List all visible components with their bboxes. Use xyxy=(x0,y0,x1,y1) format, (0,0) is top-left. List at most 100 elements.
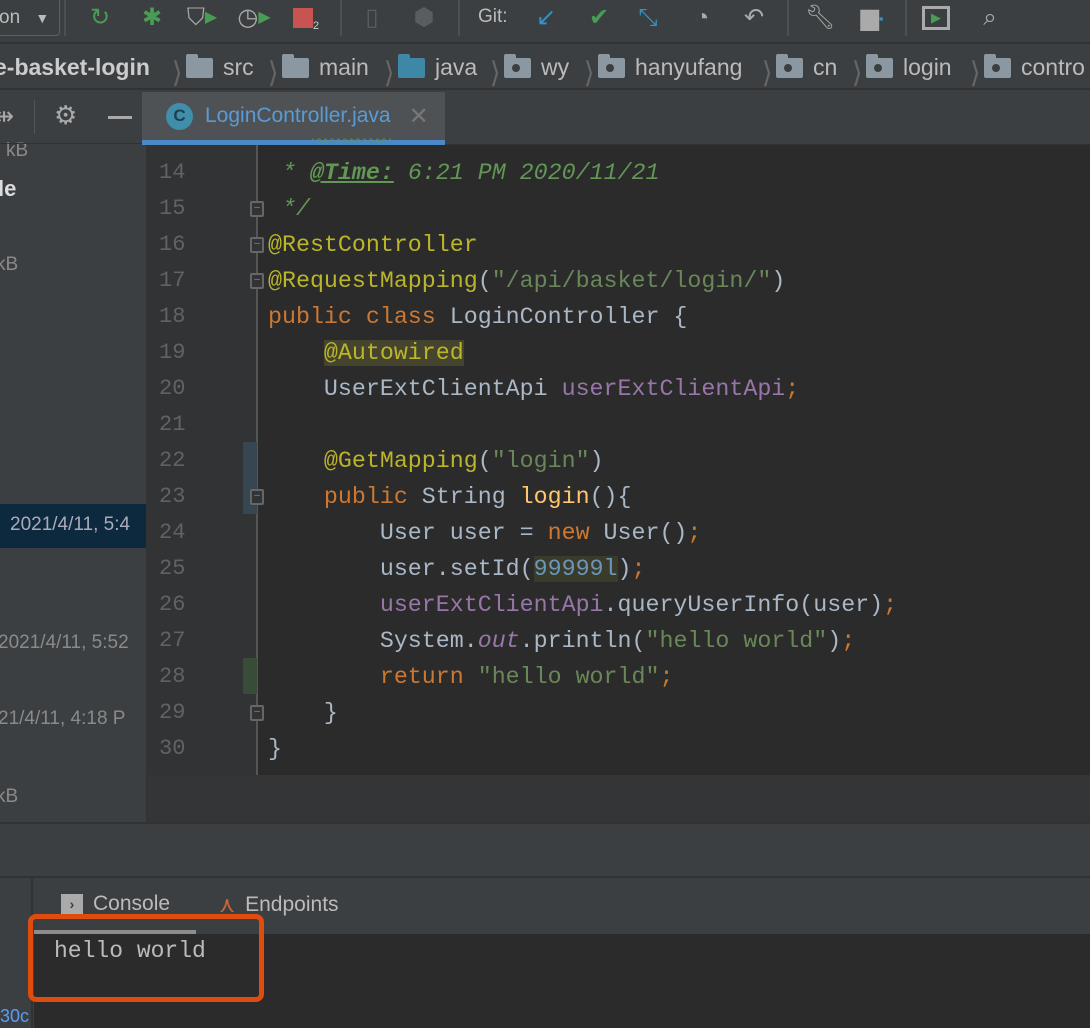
code-token: .println( xyxy=(519,628,646,654)
fold-icon[interactable]: – xyxy=(250,273,264,289)
code-token: ) xyxy=(589,448,604,474)
line-number: 23 xyxy=(159,484,186,509)
project-structure-icon[interactable]: ▆ ▪ xyxy=(858,4,886,32)
rerun-icon[interactable]: ↻ xyxy=(86,4,114,32)
source-folder-icon xyxy=(398,53,425,78)
file-size: kB xyxy=(0,254,19,275)
code-token: "hello world" xyxy=(645,628,828,654)
line-number: 19 xyxy=(159,340,186,365)
file-date: 2021/4/11, 5:4 xyxy=(10,514,131,535)
code-line[interactable]: UserExtClientApi userExtClientApi; xyxy=(268,371,799,407)
breadcrumb-item[interactable]: src xyxy=(186,53,254,81)
chevron-right-icon: ❭ xyxy=(382,56,396,86)
run-window-icon[interactable]: ▶ xyxy=(922,4,950,32)
breadcrumb-item[interactable]: main xyxy=(282,53,369,81)
code-token: * xyxy=(268,160,310,186)
minimize-icon[interactable] xyxy=(108,116,132,119)
rollback-icon[interactable]: ↶ xyxy=(740,4,768,32)
breadcrumb-label: main xyxy=(319,54,369,80)
git-commit-icon[interactable]: ✔ xyxy=(585,4,613,32)
code-token: ; xyxy=(883,592,898,618)
breadcrumb-item[interactable]: e-basket-login xyxy=(0,54,150,81)
breadcrumb-label: src xyxy=(223,54,254,80)
annotation-highlight-box xyxy=(28,914,264,1002)
chevron-right-icon: ❭ xyxy=(170,56,184,86)
run-config-label: on xyxy=(0,7,21,28)
console-icon: › xyxy=(61,894,83,914)
line-number: 25 xyxy=(159,556,186,581)
file-name: le xyxy=(0,176,17,201)
code-line[interactable]: userExtClientApi.queryUserInfo(user); xyxy=(268,587,897,623)
code-token: userExtClientApi xyxy=(561,376,786,402)
collapse-icon[interactable]: ⇹ xyxy=(0,102,14,131)
list-item-selected[interactable]: 2021/4/11, 5:4 xyxy=(0,504,146,548)
coverage-icon[interactable]: ⛉ ▶ xyxy=(187,4,217,32)
code-token: "hello world" xyxy=(477,664,660,690)
close-icon[interactable]: ✕ xyxy=(409,102,429,131)
code-line[interactable]: * @Time: 6:21 PM 2020/11/21 xyxy=(268,155,660,191)
run-configuration-dropdown[interactable]: on ▼ xyxy=(0,0,60,36)
code-token: } xyxy=(268,700,338,726)
code-token: @Autowired xyxy=(323,340,464,366)
breadcrumb-label: contro xyxy=(1021,54,1085,80)
class-icon: C xyxy=(166,102,193,130)
editor-scrollbar-area[interactable] xyxy=(147,775,1090,822)
code-token: */ xyxy=(268,196,310,222)
code-token: userExtClientApi xyxy=(379,592,604,618)
code-line[interactable]: public String login(){ xyxy=(268,479,632,515)
line-number: 18 xyxy=(159,304,186,329)
package-icon xyxy=(504,53,531,78)
line-number: 17 xyxy=(159,268,186,293)
git-update-icon[interactable]: ↙ xyxy=(532,4,560,32)
fold-icon[interactable]: – xyxy=(250,705,264,721)
fold-icon[interactable]: – xyxy=(250,489,264,505)
deploy-icon[interactable]: ⬢ xyxy=(410,4,438,32)
tab-console[interactable]: › Console xyxy=(61,892,170,916)
tab-label: LoginController.java xyxy=(205,104,391,127)
code-token: @Time: xyxy=(309,160,394,186)
code-line[interactable]: @GetMapping("login") xyxy=(268,443,604,479)
code-line[interactable]: } xyxy=(268,695,338,731)
code-line[interactable]: @Autowired xyxy=(268,335,464,371)
wrench-icon[interactable]: 🔧︎ xyxy=(805,4,835,32)
device-icon[interactable]: ▯ xyxy=(358,4,386,32)
history-icon[interactable]: ◔ xyxy=(688,4,716,32)
code-line[interactable]: @RequestMapping("/api/basket/login/") xyxy=(268,263,785,299)
debug-icon[interactable]: ✱ xyxy=(138,4,166,32)
code-line[interactable]: @RestController xyxy=(268,227,478,263)
gear-icon[interactable]: ⚙ xyxy=(54,100,77,131)
code-line[interactable]: */ xyxy=(268,191,310,227)
breadcrumb-label: e-basket-login xyxy=(0,54,150,80)
profile-icon[interactable]: ◷ ▶ xyxy=(237,4,270,32)
code-line[interactable]: return "hello world"; xyxy=(268,659,674,695)
code-token: "/api/basket/login/" xyxy=(491,268,772,294)
file-date: 21/4/11, 4:18 P xyxy=(0,708,126,729)
breadcrumb-item[interactable]: contro xyxy=(984,53,1085,81)
breadcrumb-item[interactable]: login xyxy=(866,53,952,81)
breadcrumb-item[interactable]: wy xyxy=(504,53,569,81)
line-number: 28 xyxy=(159,664,186,689)
code-line[interactable]: System.out.println("hello world"); xyxy=(268,623,855,659)
fold-icon[interactable]: – xyxy=(250,201,264,217)
code-line[interactable]: public class LoginController { xyxy=(268,299,687,335)
code-token: String xyxy=(421,484,520,510)
breadcrumb-label: cn xyxy=(813,54,838,80)
line-number: 16 xyxy=(159,232,186,257)
breadcrumb-item[interactable]: cn xyxy=(776,53,838,81)
code-line[interactable]: } xyxy=(268,731,282,767)
code-token: public class xyxy=(268,304,450,330)
code-lines: 14 * @Time: 6:21 PM 2020/11/21 15– */16– @… xyxy=(147,145,1090,775)
code-line[interactable]: User user = new User(); xyxy=(268,515,702,551)
code-token: @RestController xyxy=(268,232,478,258)
code-token: ) xyxy=(771,268,786,294)
breadcrumb-item[interactable]: hanyufang xyxy=(598,53,742,81)
git-merge-icon[interactable]: ⤡ xyxy=(634,4,662,32)
fold-icon[interactable]: – xyxy=(250,237,264,253)
link-text[interactable]: 30c xyxy=(0,1006,29,1027)
search-icon[interactable]: ⌕ xyxy=(976,4,1004,32)
code-line[interactable]: user.setId(99999l); xyxy=(268,551,646,587)
breadcrumb-item[interactable]: java xyxy=(398,53,477,81)
chevron-right-icon: ❭ xyxy=(266,56,280,86)
stop-button[interactable]: 2 xyxy=(292,4,320,32)
